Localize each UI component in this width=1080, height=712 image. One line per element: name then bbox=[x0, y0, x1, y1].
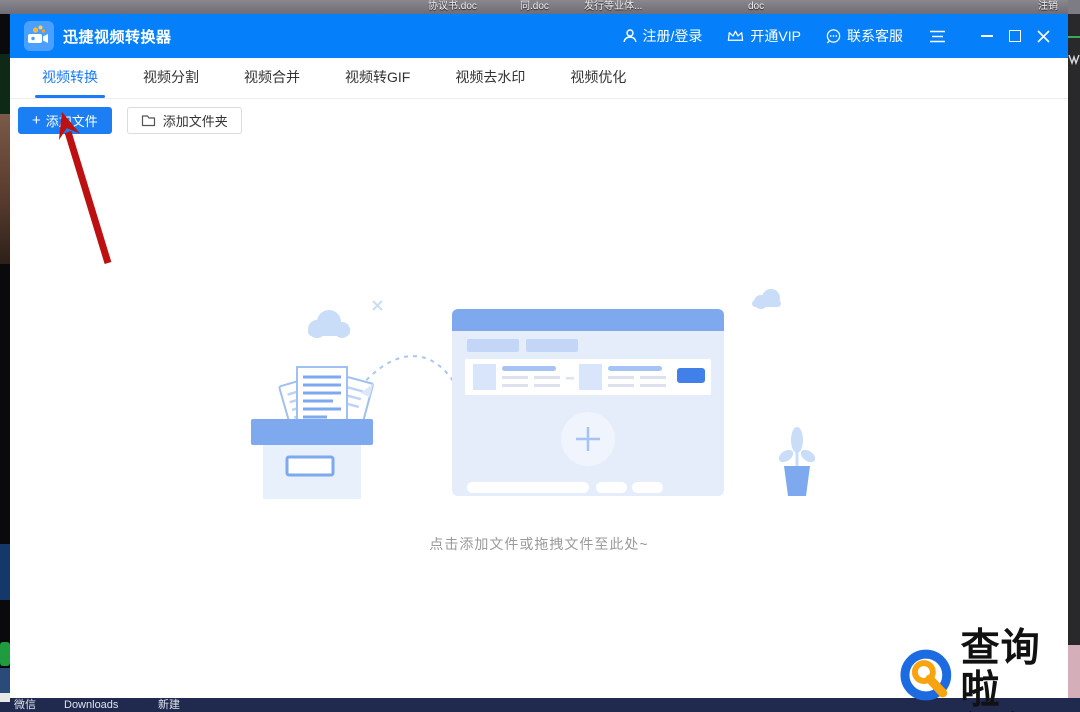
desktop-icon-label[interactable]: doc bbox=[748, 1, 764, 13]
plant-icon bbox=[777, 427, 818, 496]
chaxunla-logo-icon bbox=[898, 647, 958, 707]
app-logo-icon bbox=[24, 21, 54, 51]
tab-video-remove-watermark[interactable]: 视频去水印 bbox=[455, 59, 525, 98]
toolbar: + 添加文件 添加文件夹 bbox=[10, 99, 1068, 134]
add-folder-label: 添加文件夹 bbox=[163, 111, 228, 130]
register-login-label: 注册/登录 bbox=[643, 26, 703, 46]
watermark-name: 查询啦 bbox=[961, 627, 1080, 711]
minimize-button[interactable] bbox=[976, 23, 998, 49]
tab-video-convert[interactable]: 视频转换 bbox=[42, 59, 98, 98]
desktop-icon-label[interactable]: Downloads bbox=[64, 699, 118, 711]
maximize-icon bbox=[1009, 30, 1021, 42]
add-file-label: 添加文件 bbox=[46, 111, 98, 130]
desktop-fragment bbox=[0, 544, 10, 600]
titlebar-actions: 注册/登录 开通VIP 联系客服 bbox=[598, 23, 1054, 49]
desktop-background-left bbox=[0, 14, 10, 698]
desktop-background-top: 协议书.doc 同.doc 发行等业体... doc 注销 bbox=[0, 0, 1080, 14]
desktop-fragment bbox=[1068, 0, 1080, 14]
main-menu-button[interactable] bbox=[929, 30, 946, 43]
desktop-fragment bbox=[1068, 36, 1080, 38]
crown-icon bbox=[726, 28, 745, 44]
open-vip-label: 开通VIP bbox=[750, 26, 801, 46]
desktop-icon-label[interactable]: 协议书.doc bbox=[428, 1, 477, 13]
desktop-icon-label[interactable]: 发行等业体... bbox=[584, 1, 642, 13]
desktop-icon-label[interactable]: 新建 bbox=[158, 699, 180, 711]
archive-box-illustration bbox=[251, 367, 373, 499]
wechat-icon bbox=[0, 642, 10, 666]
open-vip-button[interactable]: 开通VIP bbox=[726, 26, 801, 46]
drop-zone-hint: 点击添加文件或拖拽文件至此处~ bbox=[10, 534, 1068, 554]
register-login-button[interactable]: 注册/登录 bbox=[622, 26, 703, 46]
hamburger-menu-icon bbox=[929, 30, 946, 43]
add-file-button[interactable]: + 添加文件 bbox=[18, 107, 112, 134]
desktop-background-right bbox=[1068, 0, 1080, 712]
app-title: 迅捷视频转换器 bbox=[63, 26, 172, 47]
close-icon bbox=[1037, 30, 1050, 43]
desktop-fragment bbox=[0, 693, 10, 702]
tab-video-optimize[interactable]: 视频优化 bbox=[570, 59, 626, 98]
file-drop-zone[interactable]: 点击添加文件或拖拽文件至此处~ bbox=[10, 134, 1068, 554]
plus-icon: + bbox=[32, 113, 41, 128]
folder-icon bbox=[141, 114, 156, 127]
cloud-icon bbox=[752, 289, 781, 309]
tab-video-split[interactable]: 视频分割 bbox=[143, 59, 199, 98]
window-controls bbox=[970, 23, 1054, 49]
screen: 协议书.doc 同.doc 发行等业体... doc 注销 微信 Downloa… bbox=[0, 0, 1080, 712]
contact-support-button[interactable]: 联系客服 bbox=[825, 26, 903, 46]
tab-video-to-gif[interactable]: 视频转GIF bbox=[345, 59, 410, 98]
watermark-text: 查询啦 chaxunla.com bbox=[961, 627, 1080, 712]
contact-support-label: 联系客服 bbox=[847, 26, 903, 46]
user-icon bbox=[622, 28, 638, 44]
cloud-icon bbox=[308, 310, 350, 338]
tab-bar: 视频转换 视频分割 视频合并 视频转GIF 视频去水印 视频优化 bbox=[10, 58, 1068, 99]
close-button[interactable] bbox=[1032, 23, 1054, 49]
minimize-icon bbox=[981, 35, 993, 37]
tab-video-merge[interactable]: 视频合并 bbox=[244, 59, 300, 98]
desktop-icon-label[interactable]: 注销 bbox=[1038, 1, 1058, 13]
maximize-button[interactable] bbox=[1004, 23, 1026, 49]
desktop-icon-label[interactable]: 微信 bbox=[14, 699, 36, 711]
converter-window-mockup bbox=[452, 309, 724, 496]
sparkle-icon bbox=[373, 301, 382, 310]
add-folder-button[interactable]: 添加文件夹 bbox=[127, 107, 242, 134]
desktop-icon-fragment bbox=[1068, 52, 1080, 66]
desktop-fragment bbox=[0, 54, 10, 114]
desktop-icon-label[interactable]: 同.doc bbox=[520, 1, 549, 13]
empty-state-illustration bbox=[249, 289, 829, 519]
chat-bubble-icon bbox=[825, 28, 842, 45]
desktop-wallpaper-fragment bbox=[0, 114, 10, 264]
watermark: 查询啦 chaxunla.com bbox=[898, 627, 1080, 712]
app-window: 迅捷视频转换器 注册/登录 开通VIP bbox=[10, 14, 1068, 698]
titlebar: 迅捷视频转换器 注册/登录 开通VIP bbox=[10, 14, 1068, 58]
